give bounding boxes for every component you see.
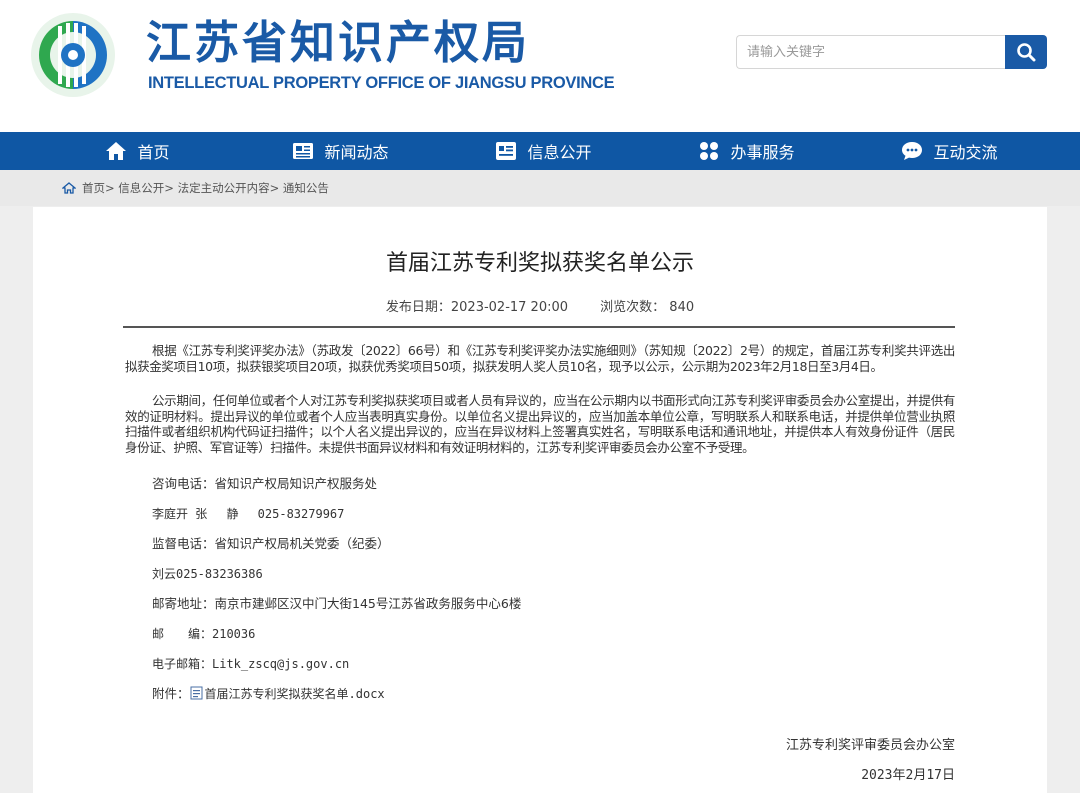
main-nav: 首页 新闻动态 信息公开 办事服务 互动交流 <box>0 132 1080 170</box>
contact-consult: 咨询电话：省知识产权局知识产权服务处 <box>152 476 378 491</box>
publish-date: 发布日期：2023-02-17 20:00 <box>385 300 569 315</box>
breadcrumb-text[interactable]: 首页> 信息公开> 法定主动公开内容> 通知公告 <box>82 180 329 196</box>
site-name-en: INTELLECTUAL PROPERTY OFFICE OF JIANGSU … <box>148 74 615 92</box>
search-input[interactable] <box>736 35 1006 69</box>
nav-label: 新闻动态 <box>324 143 389 162</box>
info-card-icon <box>495 141 517 161</box>
home-icon <box>105 141 127 161</box>
breadcrumb: 首页> 信息公开> 法定主动公开内容> 通知公告 <box>0 170 1080 206</box>
attachment-label: 附件： <box>152 686 190 701</box>
site-logo[interactable] <box>30 12 116 98</box>
home-icon[interactable] <box>62 182 76 194</box>
article-card: 首届江苏专利奖拟获奖名单公示 发布日期：2023-02-17 20:00 浏览次… <box>33 207 1047 793</box>
search-box <box>736 35 1047 69</box>
site-name-cn: 江苏省知识产权局 <box>146 16 531 69</box>
site-header: 江苏省知识产权局 INTELLECTUAL PROPERTY OFFICE OF… <box>0 0 1080 132</box>
newspaper-icon <box>292 141 314 161</box>
nav-item-home[interactable]: 首页 <box>36 132 239 170</box>
article-body: 根据《江苏专利奖评奖办法》（苏政发〔2022〕66号）和《江苏专利奖评奖办法实施… <box>125 343 955 714</box>
contact-supervise-names: 刘云025-83236386 <box>152 567 263 581</box>
contact-supervise: 监督电话：省知识产权局机关党委（纪委） <box>152 536 390 551</box>
mail-address: 邮寄地址：南京市建邺区汉中门大街145号江苏省政务服务中心6楼 <box>152 596 522 611</box>
nav-label: 办事服务 <box>730 143 795 162</box>
article-title: 首届江苏专利奖拟获奖名单公示 <box>385 251 694 276</box>
title-divider <box>123 326 955 328</box>
nav-item-interaction[interactable]: 互动交流 <box>848 132 1051 170</box>
signature-org: 江苏专利奖评审委员会办公室 <box>785 738 955 753</box>
article-meta: 发布日期：2023-02-17 20:00 浏览次数： 840 <box>33 296 1047 315</box>
paragraph: 公示期间，任何单位或者个人对江苏专利奖拟获奖项目或者人员有异议的，应当在公示期内… <box>125 393 955 455</box>
contact-consult-names: 李庭开 张 静 025-83279967 <box>152 507 345 521</box>
chat-icon <box>901 141 923 161</box>
search-icon <box>1017 43 1036 62</box>
nav-label: 互动交流 <box>933 143 998 162</box>
nav-item-info[interactable]: 信息公开 <box>442 132 645 170</box>
nav-label: 首页 <box>137 143 170 162</box>
postcode: 邮 编：210036 <box>152 627 256 641</box>
search-button[interactable] <box>1005 35 1047 69</box>
email: 电子邮箱：Litk_zscq@js.gov.cn <box>152 657 350 671</box>
nav-item-news[interactable]: 新闻动态 <box>239 132 442 170</box>
grid-icon <box>698 141 720 161</box>
nav-label: 信息公开 <box>527 143 592 162</box>
signature-date: 2023年2月17日 <box>861 768 955 783</box>
paragraph: 根据《江苏专利奖评奖办法》（苏政发〔2022〕66号）和《江苏专利奖评奖办法实施… <box>125 343 955 374</box>
attachment-row: 附件： 首届江苏专利奖拟获奖名单.docx <box>125 684 955 714</box>
view-count: 浏览次数： 840 <box>600 300 695 315</box>
nav-item-services[interactable]: 办事服务 <box>645 132 848 170</box>
document-icon <box>190 686 203 700</box>
attachment-link[interactable]: 首届江苏专利奖拟获奖名单.docx <box>205 687 385 701</box>
